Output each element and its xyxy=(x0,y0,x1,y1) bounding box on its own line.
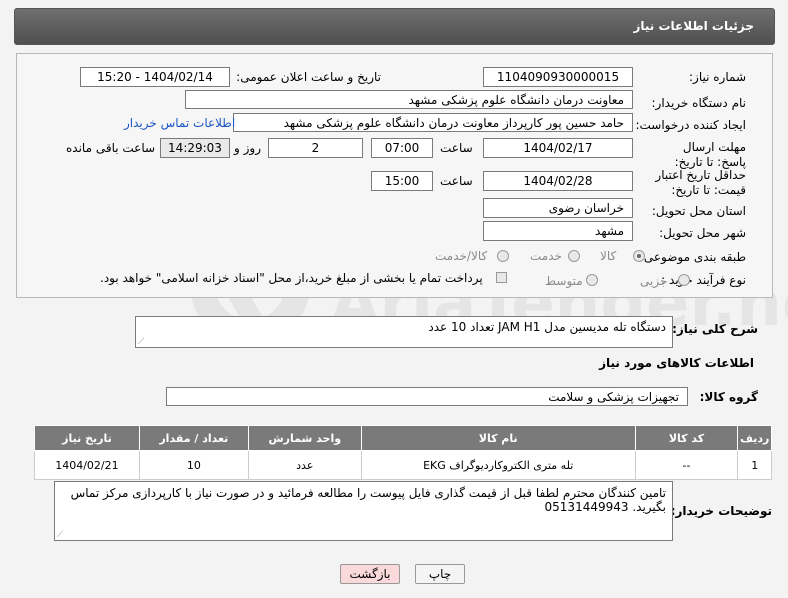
days-field: 2 xyxy=(268,138,363,158)
city-field: مشهد xyxy=(483,221,633,241)
purchase-radio-minor[interactable] xyxy=(678,274,690,286)
resize-handle-icon[interactable]: ⟋ xyxy=(138,337,144,347)
table-cell: عدد xyxy=(247,450,362,480)
remaining-label: ساعت باقی مانده xyxy=(66,141,156,155)
reply-time-field: 07:00 xyxy=(371,138,433,158)
table-cell: 1404/02/21 xyxy=(34,450,140,480)
column-header: کد کالا xyxy=(634,425,739,451)
back-button[interactable]: بازگشت xyxy=(340,564,400,584)
price-date-field: 1404/02/28 xyxy=(483,171,633,191)
table-cell: تله متری الکتروکاردیوگراف EKG xyxy=(360,450,636,480)
category-radio-goods[interactable] xyxy=(633,250,645,262)
column-header: تعداد / مقدار xyxy=(138,425,249,451)
purchase-type-label: نوع فرآیند خرید : xyxy=(661,273,746,287)
buyer-org-field: معاونت درمان دانشگاه علوم پزشکی مشهد xyxy=(185,90,633,109)
description-field: دستگاه تله مدیسین مدل JAM H1 تعداد 10 عد… xyxy=(135,316,673,348)
table-cell: -- xyxy=(634,450,739,480)
column-header: نام کالا xyxy=(360,425,636,451)
reply-deadline-label: مهلت ارسال پاسخ: تا تاریخ: xyxy=(674,140,746,169)
province-field: خراسان رضوی xyxy=(483,198,633,218)
page-title: جزئیات اطلاعات نیاز xyxy=(633,19,754,33)
goods-group-field: تجهیزات پزشکی و سلامت xyxy=(166,387,688,406)
price-validity-label: حداقل تاریخ اعتبار قیمت: تا تاریخ: xyxy=(655,168,746,197)
need-number-field: 1104090930000015 xyxy=(483,67,633,87)
category-radio-service[interactable] xyxy=(568,250,580,262)
table-cell: 10 xyxy=(138,450,249,480)
province-label: استان محل تحویل: xyxy=(651,204,746,218)
column-header: واحد شمارش xyxy=(247,425,362,451)
creator-field: حامد حسین پور کارپرداز معاونت درمان دانش… xyxy=(233,113,633,132)
contact-info-link[interactable]: اطلاعات تماس خریدار xyxy=(124,116,235,130)
category-option-goods: کالا xyxy=(600,249,617,263)
days-label: روز و xyxy=(234,141,261,155)
category-radio-goods-service[interactable] xyxy=(497,250,509,262)
table-cell: 1 xyxy=(737,450,772,480)
announce-label: تاریخ و ساعت اعلان عمومی: xyxy=(236,70,381,84)
purchase-radio-medium[interactable] xyxy=(586,274,598,286)
reply-date-field: 1404/02/17 xyxy=(483,138,633,158)
purchase-option-minor: جزیی xyxy=(640,274,668,288)
goods-group-label: گروه کالا: xyxy=(699,390,758,404)
buyer-notes-field: تامین کنندگان محترم لطفا قبل از قیمت گذا… xyxy=(54,481,673,541)
price-time-label: ساعت xyxy=(440,174,473,188)
column-header: ردیف xyxy=(737,425,772,451)
column-header: تاریخ نیاز xyxy=(34,425,140,451)
category-option-goods-service: کالا/خدمت xyxy=(435,249,488,263)
reply-time-label: ساعت xyxy=(440,141,473,155)
remaining-time-field: 14:29:03 xyxy=(160,138,230,158)
buyer-notes-label: توضیحات خریدار: xyxy=(670,504,772,518)
treasury-checkbox[interactable] xyxy=(496,272,507,283)
print-button[interactable]: چاپ xyxy=(415,564,465,584)
goods-section-title: اطلاعات کالاهای مورد نیاز xyxy=(599,356,754,370)
page-header: جزئیات اطلاعات نیاز xyxy=(14,8,775,45)
table-header-row: ردیف کد کالا نام کالا واحد شمارش تعداد /… xyxy=(34,425,772,451)
table-row[interactable]: 1 -- تله متری الکتروکاردیوگراف EKG عدد 1… xyxy=(34,450,772,480)
treasury-note: پرداخت تمام یا بخشی از مبلغ خرید،از محل … xyxy=(100,271,483,285)
need-number-label: شماره نیاز: xyxy=(689,70,746,84)
resize-handle-icon[interactable]: ⟋ xyxy=(57,530,63,540)
category-label: طبقه بندی موضوعی: xyxy=(639,250,746,264)
city-label: شهر محل تحویل: xyxy=(659,226,746,240)
creator-label: ایجاد کننده درخواست: xyxy=(635,118,746,132)
category-option-service: خدمت xyxy=(530,249,562,263)
purchase-option-medium: متوسط xyxy=(545,274,583,288)
items-table: ردیف کد کالا نام کالا واحد شمارش تعداد /… xyxy=(34,425,772,480)
announce-field: 1404/02/14 - 15:20 xyxy=(80,67,230,87)
price-time-field: 15:00 xyxy=(371,171,433,191)
buyer-org-label: نام دستگاه خریدار: xyxy=(651,96,747,110)
description-label: شرح کلی نیاز: xyxy=(672,322,758,336)
